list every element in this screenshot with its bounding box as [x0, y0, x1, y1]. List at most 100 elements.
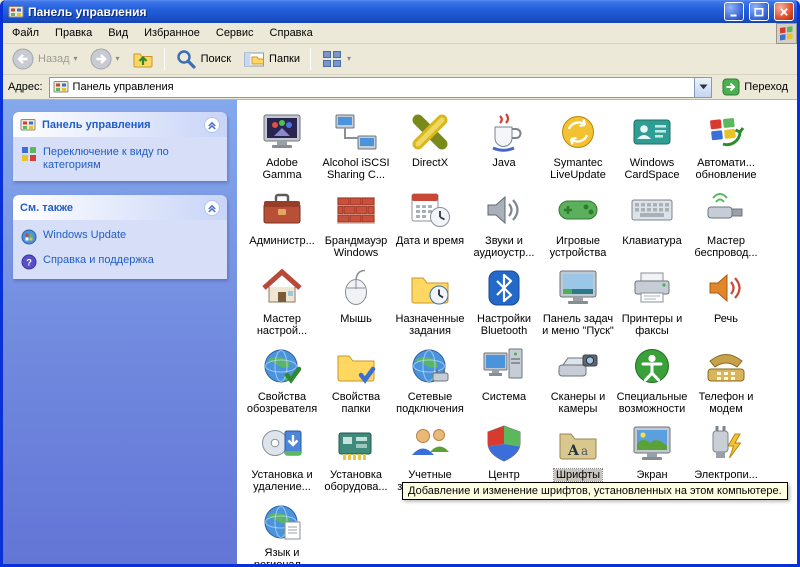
control-panel-item[interactable]: Звуки и аудиоустр...	[467, 188, 541, 266]
folders-button[interactable]: Папки	[238, 46, 305, 72]
control-panel-item[interactable]: Alcohol iSCSI Sharing C...	[319, 110, 393, 188]
item-label: Шрифты	[552, 468, 604, 482]
item-label: Звуки и аудиоустр...	[473, 235, 535, 259]
control-panel-item[interactable]: Специальные возможности	[615, 344, 689, 422]
control-panel-window: Панель управления Файл Правка Вид Избранное…	[0, 0, 800, 567]
control-panel-item[interactable]: Принтеры и факсы	[615, 266, 689, 344]
control-panel-item[interactable]: Свойства обозревателя	[245, 344, 319, 422]
item-label: Сетевые подключения	[396, 391, 464, 415]
item-label: Установка и удаление...	[251, 469, 313, 493]
user-accounts-icon	[408, 422, 452, 466]
control-panel-item[interactable]: Администр...	[245, 188, 319, 266]
control-panel-item[interactable]: Свойства папки	[319, 344, 393, 422]
control-panel-item[interactable]: Сканеры и камеры	[541, 344, 615, 422]
java-icon	[482, 110, 526, 154]
item-label: Специальные возможности	[616, 391, 688, 415]
control-panel-item[interactable]: Настройки Bluetooth	[467, 266, 541, 344]
svg-text:a: a	[581, 444, 588, 458]
item-label: Брандмауэр Windows	[324, 235, 388, 259]
up-button[interactable]	[127, 46, 159, 72]
menu-item[interactable]: Сервис	[208, 24, 262, 42]
control-panel-item[interactable]: Дата и время	[393, 188, 467, 266]
item-label: DirectX	[411, 157, 449, 169]
control-panel-item[interactable]: Брандмауэр Windows	[319, 188, 393, 266]
back-dropdown-icon: ▾	[73, 54, 78, 63]
keyboard-icon	[630, 188, 674, 232]
item-label: Настройки Bluetooth	[477, 313, 531, 337]
admin-tools-icon	[260, 188, 304, 232]
network-disks-icon	[334, 110, 378, 154]
control-panel-item[interactable]: Игровые устройства	[541, 188, 615, 266]
control-panel-item[interactable]: DirectX	[393, 110, 467, 188]
menu-item[interactable]: Правка	[47, 24, 100, 42]
item-label: Мышь	[340, 313, 372, 325]
network-connections-icon	[408, 344, 452, 388]
chevron-up-icon[interactable]	[204, 199, 220, 216]
address-input[interactable]: Панель управления	[48, 76, 713, 98]
control-panel-item[interactable]: Речь	[689, 266, 763, 344]
control-panel-item[interactable]: Сетевые подключения	[393, 344, 467, 422]
svg-text:A: A	[567, 443, 580, 459]
menu-item[interactable]: Вид	[100, 24, 136, 42]
item-label: Система	[481, 391, 527, 403]
taskbar-icon	[556, 266, 600, 310]
control-panel-item[interactable]: Мастер настрой...	[245, 266, 319, 344]
chevron-up-icon[interactable]	[204, 116, 220, 133]
forward-button[interactable]: ▾	[85, 46, 125, 72]
toolbar: Назад ▾ ▾ Поиск Папки ▾	[3, 44, 797, 75]
item-label: Alcohol iSCSI Sharing C...	[322, 157, 390, 181]
control-panel-item[interactable]: Мастер беспровод...	[689, 188, 763, 266]
fonts-icon: Aa	[556, 422, 600, 466]
control-panel-item[interactable]: Установка и удаление...	[245, 422, 319, 500]
sidebar-panel: Панель управления Переключение к виду по …	[13, 112, 227, 181]
menubar-items: Файл Правка Вид Избранное Сервис Справка	[4, 24, 321, 42]
control-panel-icon	[20, 117, 36, 133]
back-icon	[12, 48, 34, 70]
address-label: Адрес:	[8, 81, 43, 93]
control-panel-item[interactable]: Установка оборудова...	[319, 422, 393, 500]
maximize-button[interactable]	[749, 2, 769, 21]
folders-label: Папки	[269, 53, 300, 65]
address-dropdown-button[interactable]	[694, 77, 712, 97]
sidebar-item-label: Переключение к виду по категориям	[43, 146, 169, 171]
control-panel-item[interactable]: Java	[467, 110, 541, 188]
sidebar-panel-header[interactable]: См. также	[13, 195, 227, 220]
control-panel-item[interactable]: Автомати... обновление	[689, 110, 763, 188]
control-panel-icon	[8, 4, 24, 20]
control-panel-item[interactable]: Клавиатура	[615, 188, 689, 266]
go-button[interactable]: Переход	[718, 78, 792, 96]
display-icon	[630, 422, 674, 466]
minimize-button[interactable]	[724, 2, 744, 21]
views-dropdown-icon: ▾	[346, 54, 351, 63]
titlebar[interactable]: Панель управления	[3, 0, 797, 23]
item-label: Игровые устройства	[549, 235, 607, 259]
menu-item[interactable]: Справка	[262, 24, 321, 42]
sidebar-item[interactable]: Windows Update	[21, 229, 219, 245]
sidebar-item[interactable]: Переключение к виду по категориям	[21, 146, 219, 172]
back-button[interactable]: Назад ▾	[7, 46, 83, 72]
phone-icon	[704, 344, 748, 388]
control-panel-item[interactable]: Телефон и модем	[689, 344, 763, 422]
menu-item[interactable]: Избранное	[136, 24, 208, 42]
menu-item[interactable]: Файл	[4, 24, 47, 42]
control-panel-item[interactable]: Язык и регионал...	[245, 500, 319, 564]
control-panel-item[interactable]: Назначенные задания	[393, 266, 467, 344]
sidebar-panel-header[interactable]: Панель управления	[13, 112, 227, 137]
forward-icon	[90, 48, 112, 70]
control-panel-item[interactable]: Мышь	[319, 266, 393, 344]
control-panel-item[interactable]: Windows CardSpace	[615, 110, 689, 188]
close-button[interactable]	[774, 2, 794, 21]
sidebar-item-label: Справка и поддержка	[43, 254, 154, 266]
sidebar-item[interactable]: ? Справка и поддержка	[21, 254, 219, 270]
task-pane-sidebar: Панель управления Переключение к виду по …	[3, 100, 237, 564]
control-panel-item[interactable]: Adobe Gamma	[245, 110, 319, 188]
item-label: Свойства папки	[331, 391, 381, 415]
control-panel-item[interactable]: Панель задач и меню "Пуск"	[541, 266, 615, 344]
gamepad-icon	[556, 188, 600, 232]
control-panel-item[interactable]: Symantec LiveUpdate	[541, 110, 615, 188]
views-button[interactable]: ▾	[316, 46, 356, 72]
cardspace-icon	[630, 110, 674, 154]
datetime-icon	[408, 188, 452, 232]
control-panel-item[interactable]: Система	[467, 344, 541, 422]
search-button[interactable]: Поиск	[170, 46, 236, 72]
